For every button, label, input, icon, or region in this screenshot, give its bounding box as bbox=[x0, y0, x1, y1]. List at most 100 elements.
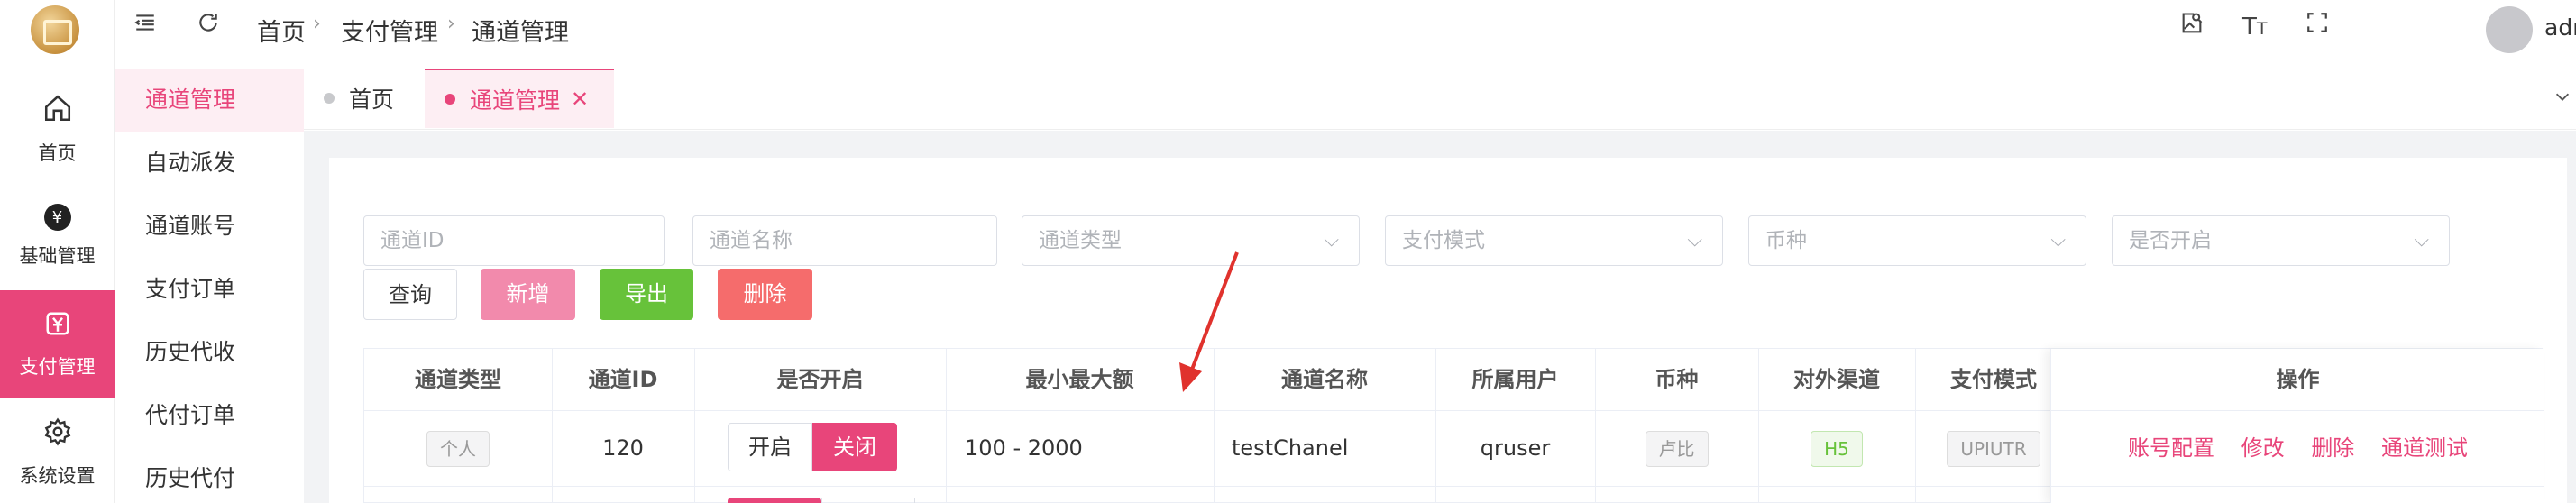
pay-mode-select[interactable]: 支付模式 ⌵ bbox=[1385, 215, 1723, 266]
payment-icon bbox=[44, 310, 71, 343]
app-root: 首页 ¥ 基础管理 支付管理 系统设置 首页 › 支付管理 › 通道管理 TT … bbox=[0, 0, 2576, 503]
chevron-right-icon: › bbox=[313, 13, 321, 35]
chevron-down-icon: ⌵ bbox=[2050, 229, 2066, 252]
rail-item-settings[interactable]: 系统设置 bbox=[0, 398, 115, 503]
col-header-ops: 操作 bbox=[2276, 367, 2320, 392]
add-button[interactable]: 新增 bbox=[481, 269, 575, 320]
row-divider bbox=[2051, 486, 2544, 487]
account-config-link[interactable]: 账号配置 bbox=[2128, 435, 2214, 461]
font-size-icon[interactable]: TT bbox=[2242, 14, 2268, 41]
col-header-type: 通道类型 bbox=[415, 367, 501, 392]
table-cell-currency: 卢比 bbox=[1595, 410, 1758, 486]
submenu-item-auto-dispatch[interactable]: 自动派发 bbox=[115, 132, 304, 195]
submenu-item-pay-orders[interactable]: 支付订单 bbox=[115, 258, 304, 321]
tab-bar: 首页 通道管理 ✕ bbox=[304, 69, 2576, 130]
currency-tag: 卢比 bbox=[1645, 431, 1709, 467]
select-placeholder: 币种 bbox=[1765, 229, 1807, 252]
col-header-outlet: 对外渠道 bbox=[1793, 367, 1880, 392]
channel-name-input[interactable]: 通道名称 bbox=[692, 215, 997, 266]
menu-fold-icon[interactable] bbox=[133, 11, 157, 41]
table-cell-range: 100 - 2000 bbox=[965, 435, 1083, 461]
chevron-down-icon[interactable] bbox=[2553, 87, 2572, 110]
rail-item-label: 系统设置 bbox=[19, 464, 96, 487]
main-area: 通道ID 通道名称 通道类型 ⌵ 支付模式 ⌵ 币种 ⌵ 是否开启 ⌵ 查询 新… bbox=[304, 131, 2576, 503]
type-tag: 个人 bbox=[426, 431, 490, 467]
col-header-name: 通道名称 bbox=[1281, 367, 1368, 392]
rail-item-basic[interactable]: ¥ 基础管理 bbox=[0, 182, 115, 290]
top-header: 首页 › 支付管理 › 通道管理 TT admin bbox=[115, 0, 2576, 59]
rail-item-label: 首页 bbox=[38, 142, 77, 164]
rail-item-label: 基础管理 bbox=[19, 245, 96, 267]
rail-item-label: 支付管理 bbox=[19, 355, 96, 378]
col-header-mode: 支付模式 bbox=[1950, 367, 2037, 392]
table-cell-name: testChanel bbox=[1232, 435, 1349, 461]
submenu-item-channel[interactable]: 通道管理 bbox=[115, 69, 304, 132]
enabled-toggle[interactable]: 开启 关闭 bbox=[728, 423, 897, 471]
breadcrumb-current: 通道管理 bbox=[472, 19, 569, 47]
outlet-tag: H5 bbox=[1811, 431, 1863, 467]
channel-type-select[interactable]: 通道类型 ⌵ bbox=[1022, 215, 1360, 266]
chevron-down-icon: ⌵ bbox=[1687, 229, 1702, 252]
avatar[interactable] bbox=[2486, 6, 2533, 53]
image-search-icon[interactable] bbox=[2179, 11, 2205, 42]
tab-label: 通道管理 bbox=[470, 87, 561, 114]
table-cell-type: 个人 bbox=[364, 410, 552, 486]
col-header-currency: 币种 bbox=[1655, 367, 1699, 392]
table-cell-user: qruser bbox=[1480, 435, 1551, 461]
table-cell-outlet: H5 bbox=[1758, 410, 1915, 486]
user-name[interactable]: admin bbox=[2544, 14, 2576, 41]
col-header-user: 所属用户 bbox=[1471, 367, 1559, 392]
tab-label: 首页 bbox=[349, 87, 395, 113]
tab-home[interactable]: 首页 bbox=[304, 69, 414, 128]
sub-menu: 通道管理 自动派发 通道账号 支付订单 历史代收 代付订单 历史代付 bbox=[115, 69, 304, 503]
refresh-icon[interactable] bbox=[197, 11, 220, 41]
table-cell-ops: 账号配置 修改 删除 通道测试 bbox=[2051, 410, 2544, 486]
submenu-item-payout-orders[interactable]: 代付订单 bbox=[115, 384, 304, 447]
mode-tag: UPIUTR bbox=[1947, 431, 2040, 467]
submenu-item-history-collect[interactable]: 历史代收 bbox=[115, 321, 304, 384]
operations-column: 操作 账号配置 修改 删除 通道测试 bbox=[2050, 349, 2544, 503]
submenu-item-history-payout[interactable]: 历史代付 bbox=[115, 447, 304, 503]
chevron-right-icon: › bbox=[447, 13, 455, 35]
select-placeholder: 通道类型 bbox=[1039, 229, 1122, 252]
tab-dot bbox=[445, 94, 455, 105]
logo bbox=[31, 5, 79, 54]
next-row-toggle bbox=[821, 498, 915, 503]
breadcrumb-payment[interactable]: 支付管理 bbox=[341, 13, 438, 48]
enabled-select[interactable]: 是否开启 ⌵ bbox=[2112, 215, 2450, 266]
next-row-toggle bbox=[728, 498, 821, 503]
query-button[interactable]: 查询 bbox=[363, 269, 457, 320]
delete-button[interactable]: 删除 bbox=[718, 269, 812, 320]
table-cell-id: 120 bbox=[602, 435, 644, 461]
chevron-down-icon: ⌵ bbox=[1324, 229, 1339, 252]
toggle-on-button[interactable]: 开启 bbox=[728, 423, 812, 471]
col-header-enabled: 是否开启 bbox=[776, 367, 864, 392]
channel-id-input[interactable]: 通道ID bbox=[363, 215, 665, 266]
content-panel: 通道ID 通道名称 通道类型 ⌵ 支付模式 ⌵ 币种 ⌵ 是否开启 ⌵ 查询 新… bbox=[329, 158, 2567, 503]
submenu-item-channel-account[interactable]: 通道账号 bbox=[115, 195, 304, 258]
home-icon bbox=[42, 93, 73, 130]
chevron-down-icon: ⌵ bbox=[2414, 229, 2429, 252]
currency-select[interactable]: 币种 ⌵ bbox=[1748, 215, 2086, 266]
channel-test-link[interactable]: 通道测试 bbox=[2381, 435, 2468, 461]
breadcrumb-home[interactable]: 首页 bbox=[257, 13, 306, 48]
select-placeholder: 支付模式 bbox=[1402, 229, 1485, 252]
edit-link[interactable]: 修改 bbox=[2241, 435, 2285, 461]
col-header-range: 最小最大额 bbox=[1025, 367, 1134, 392]
toggle-off-button[interactable]: 关闭 bbox=[812, 423, 897, 471]
export-button[interactable]: 导出 bbox=[600, 269, 693, 320]
fullscreen-icon[interactable] bbox=[2306, 11, 2329, 41]
delete-link[interactable]: 删除 bbox=[2311, 435, 2354, 461]
table-cell-mode: UPIUTR bbox=[1915, 410, 2072, 486]
gear-icon bbox=[43, 417, 72, 453]
rail-item-payment[interactable]: 支付管理 bbox=[0, 290, 115, 398]
tab-dot bbox=[324, 93, 335, 104]
channel-table: 通道类型 通道ID 是否开启 最小最大额 通道名称 所属用户 币种 对外渠道 支… bbox=[363, 348, 2544, 503]
rail-item-home[interactable]: 首页 bbox=[0, 75, 115, 183]
col-header-id: 通道ID bbox=[588, 367, 658, 392]
select-placeholder: 是否开启 bbox=[2129, 229, 2212, 252]
icon-rail: 首页 ¥ 基础管理 支付管理 系统设置 bbox=[0, 0, 115, 503]
tab-channel-manage[interactable]: 通道管理 ✕ bbox=[425, 69, 614, 128]
yen-icon: ¥ bbox=[43, 204, 71, 231]
close-icon[interactable]: ✕ bbox=[571, 87, 589, 112]
